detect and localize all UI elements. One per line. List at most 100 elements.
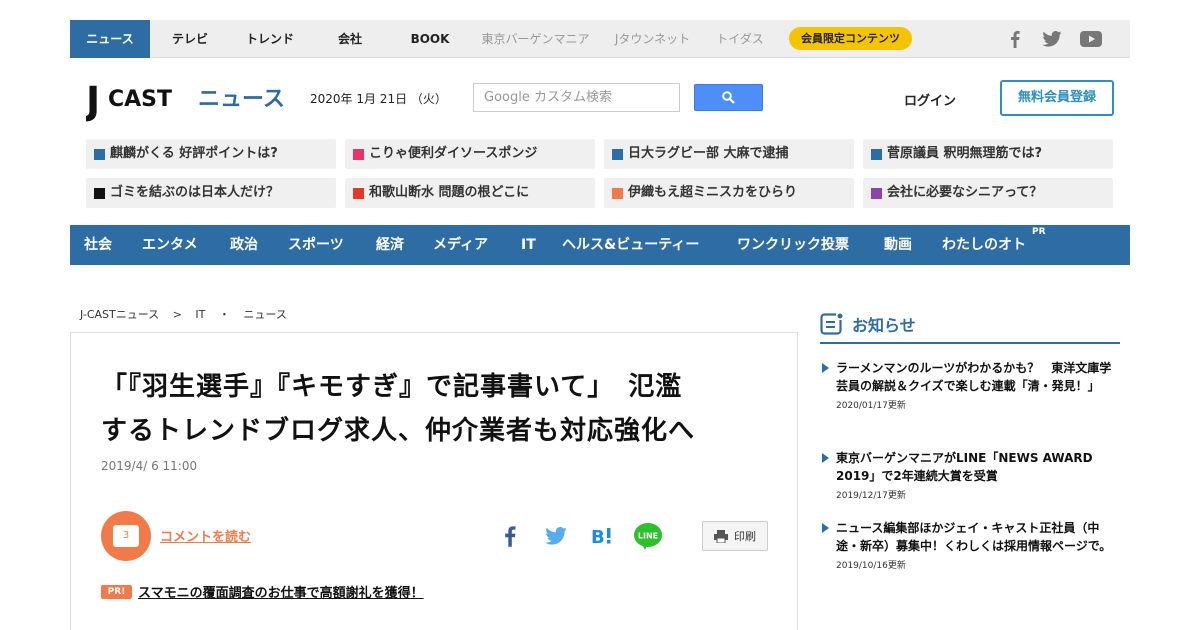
category-it[interactable]: IT: [521, 225, 536, 265]
trending-text: 日大ラグビー部 大麻で逮捕: [628, 146, 789, 161]
notice-arrow-icon: [822, 363, 829, 373]
trending-text: 和歌山断水 問題の根どこに: [369, 185, 530, 200]
breadcrumb: J-CASTニュース > IT ・ ニュース: [80, 306, 297, 322]
pr-link[interactable]: スマモニの覆面調査のお仕事で高額謝礼を獲得！: [138, 582, 424, 601]
topnav-tv[interactable]: テレビ: [160, 20, 220, 58]
trending-text: こりゃ便利ダイソースポンジ: [369, 146, 538, 161]
trending-marker: [94, 188, 105, 199]
login-link[interactable]: ログイン: [904, 90, 956, 109]
register-button[interactable]: 無料会員登録: [1000, 80, 1114, 116]
printer-icon: [714, 529, 728, 543]
trending-item[interactable]: こりゃ便利ダイソースポンジ: [345, 139, 595, 169]
topnav-book[interactable]: BOOK: [400, 20, 460, 58]
breadcrumb-it[interactable]: IT: [195, 308, 205, 321]
trending-marker: [871, 149, 882, 160]
logo-cast: CAST: [108, 87, 172, 112]
comment-icon-button[interactable]: 3: [101, 511, 151, 561]
facebook-icon[interactable]: [1005, 28, 1025, 50]
category-media[interactable]: メディア: [433, 225, 488, 265]
headline-line-1: 「『羽生選手』『キモすぎ』で記事書いて」 氾濫: [101, 372, 683, 402]
trending-marker: [94, 149, 105, 160]
top-navigation: ニュース テレビ トレンド 会社 BOOK 東京バーゲンマニア Jタウンネット …: [70, 20, 1130, 58]
line-share-icon[interactable]: LINE: [633, 521, 663, 551]
category-economy[interactable]: 経済: [376, 225, 404, 265]
topnav-trend[interactable]: トレンド: [235, 20, 305, 58]
read-comments-link[interactable]: コメントを読む: [160, 526, 251, 545]
notice-arrow-icon: [822, 453, 829, 463]
trending-item[interactable]: 和歌山断水 問題の根どこに: [345, 178, 595, 208]
facebook-share-icon[interactable]: [495, 521, 525, 551]
notice-date: 2019/12/17更新: [836, 491, 906, 501]
trending-marker: [612, 149, 623, 160]
twitter-icon[interactable]: [1041, 28, 1063, 50]
notice-text[interactable]: ラーメンマンのルーツがわかるかも？ 東洋文庫学芸員の解説＆クイズで楽しむ連載「清…: [836, 359, 1116, 395]
category-health-beauty[interactable]: ヘルス&ビューティー: [562, 225, 699, 265]
breadcrumb-separator: >: [172, 308, 182, 321]
category-one-click-vote[interactable]: ワンクリック投票: [737, 225, 849, 265]
category-entertainment[interactable]: エンタメ: [142, 225, 198, 265]
logo-news: ニュース: [198, 87, 285, 112]
notice-date: 2020/01/17更新: [836, 401, 906, 411]
breadcrumb-home[interactable]: J-CASTニュース: [80, 308, 159, 321]
trending-marker: [353, 188, 364, 199]
topnav-toidas[interactable]: トイダス: [710, 20, 770, 58]
notice-text[interactable]: 東京バーゲンマニアがLINE「NEWS AWARD 2019」で2年連続大賞を受…: [836, 449, 1116, 485]
notice-title: お知らせ: [852, 316, 916, 335]
member-content-button[interactable]: 会員限定コンテンツ: [789, 27, 912, 50]
print-label: 印刷: [734, 530, 756, 543]
twitter-share-icon[interactable]: [541, 521, 571, 551]
category-video[interactable]: 動画: [884, 225, 912, 265]
article-headline: 「『羽生選手』『キモすぎ』で記事書いて」 氾濫 するトレンドブログ求人、仲介業者…: [101, 365, 771, 453]
category-pr-label: PR: [1032, 227, 1046, 237]
trending-item[interactable]: 日大ラグビー部 大麻で逮捕: [604, 139, 854, 169]
notice-arrow-icon: [822, 523, 829, 533]
breadcrumb-separator: ・: [218, 308, 230, 321]
notice-item[interactable]: ラーメンマンのルーツがわかるかも？ 東洋文庫学芸員の解説＆クイズで楽しむ連載「清…: [820, 359, 1116, 411]
logo-j: J: [86, 80, 100, 122]
notice-icon: [820, 312, 844, 335]
article-card: 「『羽生選手』『キモすぎ』で記事書いて」 氾濫 するトレンドブログ求人、仲介業者…: [70, 332, 798, 630]
notice-date: 2019/10/16更新: [836, 561, 906, 571]
trending-item[interactable]: ゴミを結ぶのは日本人だけ？: [86, 178, 336, 208]
topnav-jtown[interactable]: Jタウンネット: [610, 20, 695, 58]
headline-line-2: するトレンドブログ求人、仲介業者も対応強化へ: [101, 416, 696, 446]
search-button[interactable]: [694, 84, 763, 111]
trending-text: 伊織もえ超ミニスカをひらり: [628, 185, 798, 200]
search-input[interactable]: Google カスタム検索: [473, 83, 680, 112]
topnav-company[interactable]: 会社: [325, 20, 375, 58]
notice-header: お知らせ: [820, 310, 1120, 344]
notice-item[interactable]: ニュース編集部ほかジェイ・キャスト正社員（中途・新卒）募集中！くわしくは採用情報…: [820, 519, 1116, 571]
trending-marker: [612, 188, 623, 199]
trending-text: 菅原議員 釈明無理筋では?: [887, 146, 1043, 161]
breadcrumb-news[interactable]: ニュース: [243, 308, 286, 321]
category-politics[interactable]: 政治: [230, 225, 258, 265]
search-icon: [722, 91, 735, 104]
svg-text:B: B: [591, 527, 605, 547]
notice-item[interactable]: 東京バーゲンマニアがLINE「NEWS AWARD 2019」で2年連続大賞を受…: [820, 449, 1116, 501]
comment-count: 3: [113, 525, 139, 547]
youtube-icon[interactable]: [1079, 28, 1103, 50]
category-sports[interactable]: スポーツ: [288, 225, 344, 265]
category-navigation: 社会 エンタメ 政治 スポーツ 経済 メディア IT ヘルス&ビューティー ワン…: [70, 225, 1130, 265]
topnav-bargain-mania[interactable]: 東京バーゲンマニア: [478, 20, 593, 58]
trending-marker: [353, 149, 364, 160]
category-society[interactable]: 社会: [84, 225, 112, 265]
trending-marker: [871, 188, 882, 199]
trending-item[interactable]: 伊織もえ超ミニスカをひらり: [604, 178, 854, 208]
category-watashi-no-oto[interactable]: わたしのオト: [942, 225, 1026, 265]
trending-item[interactable]: 会社に必要なシニアって？: [863, 178, 1113, 208]
article-date: 2019/4/ 6 11:00: [101, 459, 198, 473]
hatena-bookmark-icon[interactable]: B: [587, 521, 617, 551]
pr-badge: PR!: [101, 585, 132, 599]
trending-item[interactable]: 麒麟がくる 好評ポイントは?: [86, 139, 336, 169]
trending-text: 麒麟がくる 好評ポイントは?: [110, 146, 278, 161]
current-date: 2020年 1月 21日 （火）: [310, 92, 447, 106]
trending-text: 会社に必要なシニアって？: [887, 185, 1043, 200]
trending-item[interactable]: 菅原議員 釈明無理筋では?: [863, 139, 1113, 169]
topnav-news[interactable]: ニュース: [70, 20, 150, 58]
notice-text[interactable]: ニュース編集部ほかジェイ・キャスト正社員（中途・新卒）募集中！くわしくは採用情報…: [836, 519, 1116, 555]
svg-text:LINE: LINE: [638, 532, 658, 541]
trending-text: ゴミを結ぶのは日本人だけ？: [110, 185, 280, 200]
print-button[interactable]: 印刷: [702, 521, 768, 551]
jcast-news-logo[interactable]: J CAST ニュース: [83, 79, 286, 123]
